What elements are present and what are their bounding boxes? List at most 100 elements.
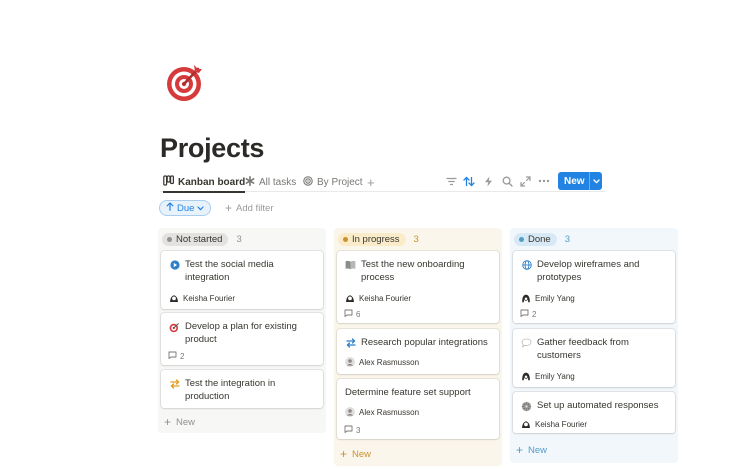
- tab-label: All tasks: [259, 176, 297, 188]
- filter-icon[interactable]: [444, 174, 458, 188]
- add-card-button[interactable]: + New: [516, 443, 547, 457]
- task-card[interactable]: Test the new onboarding process Keisha F…: [337, 251, 499, 323]
- column-count: 3: [236, 233, 242, 245]
- card-title: Test the social media integration: [185, 259, 274, 283]
- add-card-button[interactable]: + New: [340, 447, 371, 461]
- comment-count-value: 6: [356, 309, 361, 319]
- plus-icon: +: [164, 415, 172, 429]
- status-label: Not started: [176, 233, 223, 245]
- task-card[interactable]: Test the integration in production: [161, 370, 323, 408]
- card-title: Set up automated responses: [537, 400, 659, 411]
- card-title: Develop wireframes and prototypes: [537, 259, 640, 283]
- task-card[interactable]: Develop a plan for existing product 2: [161, 313, 323, 365]
- automation-icon[interactable]: [481, 174, 495, 188]
- assignee[interactable]: Alex Rasmusson: [345, 407, 419, 417]
- expand-icon[interactable]: [518, 174, 532, 188]
- add-card-button[interactable]: + New: [164, 415, 195, 429]
- swap-arrows-icon: [169, 378, 180, 390]
- avatar: [521, 371, 531, 381]
- column-count: 3: [564, 233, 571, 245]
- task-card[interactable]: Develop wireframes and prototypes Emily …: [513, 251, 675, 323]
- status-pill: Not started: [162, 232, 229, 246]
- assignee[interactable]: Emily Yang: [521, 293, 575, 303]
- play-icon: [169, 259, 180, 271]
- card-title: Develop a plan for existing product: [185, 321, 297, 345]
- board-column-not-started: Not started 3 Test the social media inte…: [158, 228, 326, 433]
- card-title: Determine feature set support: [345, 387, 471, 398]
- tab-by-project[interactable]: By Project: [303, 172, 363, 192]
- globe-icon: [521, 259, 532, 271]
- add-card-label: New: [528, 444, 548, 456]
- chevron-down-icon[interactable]: [590, 178, 602, 184]
- comment-icon: [344, 425, 353, 435]
- status-dot: [343, 236, 348, 242]
- assignee[interactable]: Keisha Fourier: [169, 293, 235, 303]
- tab-kanban-board[interactable]: Kanban board: [163, 172, 246, 193]
- comment-count[interactable]: 6: [344, 309, 360, 319]
- add-view-button[interactable]: +: [367, 172, 375, 192]
- card-title: Research popular integrations: [361, 337, 488, 348]
- tab-label: By Project: [317, 176, 363, 188]
- assignee-name: Alex Rasmusson: [359, 357, 420, 367]
- comment-count-value: 2: [532, 309, 537, 319]
- new-button-label: New: [564, 175, 585, 187]
- target-icon[interactable]: [165, 61, 207, 103]
- assignee[interactable]: Keisha Fourier: [521, 419, 587, 429]
- plus-icon: +: [340, 447, 348, 461]
- assignee[interactable]: Alex Rasmusson: [345, 357, 419, 367]
- add-card-label: New: [352, 448, 372, 460]
- status-pill: Done: [514, 232, 557, 246]
- board-column-in-progress: In progress 3 Test the new onboarding pr…: [334, 228, 502, 466]
- page-title: Projects: [160, 133, 265, 163]
- sort-chip-due[interactable]: Due: [159, 200, 212, 216]
- tab-label: Kanban board: [178, 176, 246, 188]
- tab-all-tasks[interactable]: All tasks: [245, 172, 296, 192]
- assignee-name: Alex Rasmusson: [359, 407, 420, 417]
- assignee-name: Keisha Fourier: [359, 293, 412, 303]
- assignee-name: Emily Yang: [535, 293, 575, 303]
- column-header[interactable]: In progress 3: [334, 228, 502, 250]
- task-card[interactable]: Research popular integrations Alex Rasmu…: [337, 329, 499, 374]
- comment-count-value: 2: [180, 351, 185, 361]
- more-icon[interactable]: [537, 174, 551, 188]
- avatar: [169, 293, 179, 303]
- card-title: Test the new onboarding process: [361, 259, 465, 283]
- avatar: [345, 407, 355, 417]
- comment-count[interactable]: 3: [344, 425, 360, 435]
- column-header[interactable]: Not started 3: [158, 228, 326, 250]
- status-pill: In progress: [338, 232, 406, 246]
- task-card[interactable]: Determine feature set support Alex Rasmu…: [337, 379, 499, 439]
- avatar: [521, 293, 531, 303]
- assignee[interactable]: Emily Yang: [521, 371, 575, 381]
- search-icon[interactable]: [500, 174, 514, 188]
- assignee-name: Keisha Fourier: [535, 419, 588, 429]
- add-filter-button[interactable]: + Add filter: [225, 201, 274, 215]
- sort-icon[interactable]: [462, 174, 476, 188]
- target-small-icon: [303, 175, 313, 189]
- add-filter-label: Add filter: [236, 202, 274, 214]
- status-dot: [519, 236, 524, 242]
- comment-count[interactable]: 2: [168, 351, 184, 361]
- task-card[interactable]: Set up automated responses Keisha Fourie…: [513, 392, 675, 433]
- avatar: [345, 293, 355, 303]
- dart-icon: [169, 321, 180, 333]
- sort-chip-label: Due: [177, 202, 195, 214]
- assignee[interactable]: Keisha Fourier: [345, 293, 411, 303]
- task-card[interactable]: Test the social media integration Keisha…: [161, 251, 323, 309]
- plus-icon: +: [367, 174, 375, 190]
- card-title: Gather feedback from customers: [537, 337, 629, 361]
- add-card-label: New: [176, 416, 196, 428]
- comment-icon: [168, 351, 177, 361]
- comment-icon: [344, 309, 353, 319]
- view-tabs: Kanban board All tasks By Project +: [160, 172, 605, 193]
- avatar: [345, 357, 355, 367]
- task-card[interactable]: Gather feedback from customers Emily Yan…: [513, 329, 675, 387]
- plus-icon: +: [225, 201, 233, 215]
- assignee-name: Emily Yang: [535, 371, 575, 381]
- book-icon: [345, 259, 356, 271]
- board-icon: [163, 175, 174, 189]
- column-header[interactable]: Done 3: [510, 228, 678, 250]
- plus-icon: +: [516, 443, 524, 457]
- new-button[interactable]: New: [558, 172, 602, 190]
- comment-count[interactable]: 2: [520, 309, 536, 319]
